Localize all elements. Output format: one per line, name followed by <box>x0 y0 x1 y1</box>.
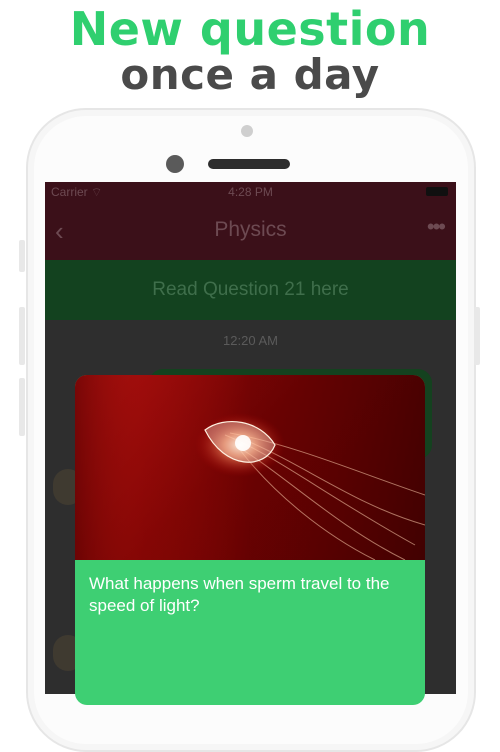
front-sensor <box>241 125 253 137</box>
question-card[interactable]: What happens when sperm travel to the sp… <box>75 375 425 705</box>
page-title: Physics <box>214 218 287 241</box>
volume-down-button <box>19 378 25 436</box>
promo-subheadline: once a day <box>120 50 380 99</box>
more-options-icon[interactable]: ••• <box>427 214 446 240</box>
mute-switch <box>19 240 25 272</box>
volume-up-button <box>19 307 25 365</box>
front-camera <box>166 155 184 173</box>
battery-icon <box>426 187 448 196</box>
promo-headline: New question <box>69 2 431 56</box>
chat-timestamp: 12:20 AM <box>223 333 278 348</box>
status-bar: Carrier ⌔ 4:28 PM <box>45 182 456 202</box>
sperm-light-illustration <box>75 375 425 561</box>
status-time: 4:28 PM <box>228 185 273 199</box>
question-image <box>75 375 425 561</box>
read-question-banner[interactable]: Read Question 21 here <box>45 260 456 320</box>
nav-bar: ‹ Physics ••• <box>45 202 456 260</box>
question-text: What happens when sperm travel to the sp… <box>89 574 390 615</box>
earpiece-speaker <box>208 159 290 169</box>
power-button <box>474 307 480 365</box>
